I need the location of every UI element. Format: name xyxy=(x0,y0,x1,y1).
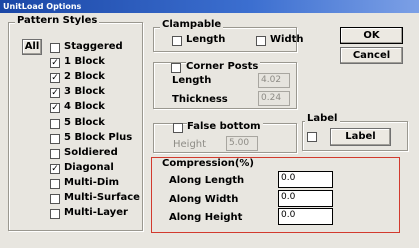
pattern-label: 5 Block xyxy=(64,117,105,128)
corner-posts-length-label: Length xyxy=(172,75,212,86)
label-group-title: Label xyxy=(305,113,340,124)
pattern-label: 1 Block xyxy=(64,56,105,67)
pattern-label: 2 Block xyxy=(64,71,105,82)
corner-posts-checkbox[interactable] xyxy=(171,63,181,73)
pattern-label: 3 Block xyxy=(64,86,105,97)
pattern-styles-title: Pattern Styles xyxy=(15,15,100,26)
corner-posts-thickness-label: Thickness xyxy=(172,94,228,105)
pattern-label: Staggered xyxy=(64,41,123,52)
false-bottom-checkbox[interactable] xyxy=(173,123,183,133)
clampable-title: Clampable xyxy=(160,19,224,30)
cancel-button[interactable]: Cancel xyxy=(340,47,403,64)
pattern-label: Multi-Layer xyxy=(64,207,128,218)
pattern-checkbox[interactable]: ✓ xyxy=(50,103,60,113)
clampable-width-checkbox[interactable] xyxy=(256,36,266,46)
pattern-checkbox[interactable] xyxy=(50,119,60,129)
pattern-checkbox[interactable]: ✓ xyxy=(50,164,60,174)
pattern-checkbox[interactable]: ✓ xyxy=(50,73,60,83)
title-bar: UnitLoad Options xyxy=(0,0,419,13)
false-bottom-height-field[interactable]: 5.00 xyxy=(226,136,258,151)
compression-title: Compression(%) xyxy=(162,158,254,169)
corner-posts-length-field[interactable]: 4.02 xyxy=(258,73,290,88)
along-width-field[interactable]: 0.0 xyxy=(278,190,333,207)
pattern-checkbox[interactable] xyxy=(50,43,60,53)
pattern-label: Multi-Dim xyxy=(64,177,120,188)
clampable-length-checkbox[interactable] xyxy=(172,36,182,46)
pattern-label: Multi-Surface xyxy=(64,192,140,203)
label-button[interactable]: Label xyxy=(330,128,391,146)
corner-posts-thickness-field[interactable]: 0.24 xyxy=(258,91,290,106)
false-bottom-height-label: Height xyxy=(173,139,207,150)
pattern-label: 4 Block xyxy=(64,101,105,112)
unitload-options-dialog: UnitLoad Options Pattern Styles All Stag… xyxy=(0,0,419,248)
along-height-label: Along Height xyxy=(169,212,243,223)
along-height-field[interactable]: 0.0 xyxy=(278,208,333,225)
pattern-checkbox[interactable]: ✓ xyxy=(50,58,60,68)
ok-button[interactable]: OK xyxy=(340,27,403,44)
along-width-label: Along Width xyxy=(169,194,239,205)
pattern-checkbox[interactable] xyxy=(50,149,60,159)
pattern-checkbox[interactable] xyxy=(50,179,60,189)
label-checkbox[interactable] xyxy=(307,132,317,142)
pattern-checkbox[interactable] xyxy=(50,194,60,204)
clampable-width-label: Width xyxy=(270,34,304,45)
corner-posts-label: Corner Posts xyxy=(186,61,261,72)
false-bottom-label: False bottom xyxy=(187,121,263,132)
pattern-checkbox[interactable] xyxy=(50,134,60,144)
clampable-length-label: Length xyxy=(186,34,226,45)
pattern-label: Soldiered xyxy=(64,147,118,158)
along-length-field[interactable]: 0.0 xyxy=(278,171,333,188)
all-button[interactable]: All xyxy=(22,39,42,55)
pattern-label: Diagonal xyxy=(64,162,114,173)
pattern-label: 5 Block Plus xyxy=(64,132,133,143)
pattern-checkbox[interactable]: ✓ xyxy=(50,88,60,98)
pattern-checkbox[interactable] xyxy=(50,209,60,219)
along-length-label: Along Length xyxy=(169,175,245,186)
